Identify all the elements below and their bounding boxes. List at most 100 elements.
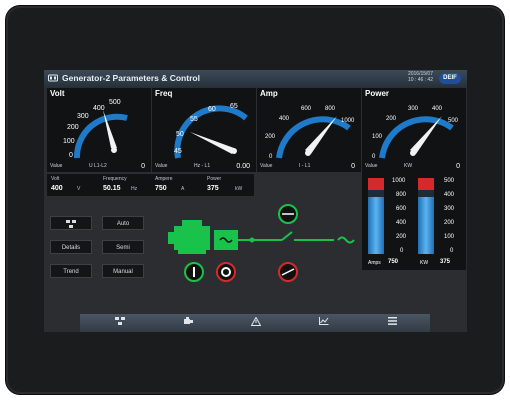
unit-label: I - L1 [299, 163, 311, 169]
engine-icon [168, 220, 210, 254]
start-button[interactable] [184, 262, 204, 282]
unit-label: KW [404, 163, 413, 169]
kw-label: KW [420, 260, 429, 266]
nav-menu[interactable] [360, 317, 424, 329]
tick-label: 100 [372, 134, 383, 140]
breaker-close-button[interactable] [278, 204, 298, 224]
tick-label: 400 [279, 116, 290, 122]
tick-label: 45 [174, 148, 182, 155]
window-title: Generator-2 Parameters & Control [62, 73, 200, 83]
unit-label: Hz - L1 [194, 163, 211, 169]
tick-label: 500 [109, 99, 121, 106]
tick-label: 200 [67, 124, 79, 131]
bottom-navbar [80, 314, 430, 332]
tick-label: 0 [69, 152, 73, 159]
breaker-open-button[interactable] [278, 262, 298, 282]
tick-label: 60 [208, 106, 216, 113]
tick-label: 0 [400, 248, 404, 254]
ampere-value: 750 [155, 185, 167, 192]
nav-generator[interactable] [156, 317, 220, 329]
volt-gauge: Volt 0 100 200 300 400 500 Value U L1-L2… [47, 88, 151, 172]
tick-label: 200 [444, 220, 455, 226]
diagram-button[interactable] [50, 216, 92, 230]
value-label: Value [155, 163, 168, 169]
title-bar: Generator-2 Parameters & Control 2016/15… [44, 70, 467, 87]
trend-button[interactable]: Trend [50, 264, 92, 278]
time-text: 10 : 46 : 42 [407, 77, 433, 83]
tick-label: 600 [301, 106, 312, 112]
tick-label: 400 [396, 220, 407, 226]
tick-label: 500 [448, 118, 459, 124]
tick-label: 400 [444, 192, 455, 198]
tick-label: 300 [77, 113, 89, 120]
tick-label: 1000 [392, 178, 406, 184]
single-line-diagram [168, 204, 355, 282]
amps-bar-fill [368, 197, 384, 254]
power-unit: kW [235, 186, 243, 192]
generator-icon [184, 317, 193, 324]
volt-value: 400 [51, 185, 63, 192]
power-value: 375 [207, 185, 219, 192]
power-label: Power [207, 176, 222, 182]
unit-label: U L1-L2 [89, 163, 107, 169]
tick-label: 55 [190, 116, 198, 123]
tick-label: 50 [176, 131, 184, 138]
manual-button[interactable]: Manual [102, 264, 144, 278]
tick-label: 0 [372, 154, 376, 160]
diagram-icon [66, 220, 76, 228]
kw-bar-limit [418, 178, 434, 190]
stop-button[interactable] [216, 262, 236, 282]
ampere-label: Ampere [155, 176, 173, 182]
breaker-symbol [281, 231, 293, 241]
ac-icon [337, 236, 355, 244]
volt-unit: V [77, 186, 81, 192]
amps-bar-limit [368, 178, 384, 190]
details-button[interactable]: Details [50, 240, 92, 254]
tick-label: 65 [230, 103, 238, 110]
semi-button[interactable]: Semi [102, 240, 144, 254]
tick-label: 800 [325, 106, 336, 112]
value-label: Value [365, 163, 378, 169]
tick-label: 300 [408, 106, 419, 112]
tick-label: 0 [450, 248, 454, 254]
kw-bar [418, 178, 434, 254]
bar-indicators: 1000 800 600 400 200 0 Amps 750 500 400 … [362, 172, 466, 270]
amp-gauge: Amp 0 200 400 600 800 1000 Value I - L1 … [257, 88, 361, 172]
tick-label: 800 [396, 192, 407, 198]
amps-label: Amps [368, 260, 381, 266]
datetime: 2016/15/07 10 : 46 : 42 [408, 71, 433, 83]
warning-icon [250, 316, 262, 326]
frequency-label: Frequency [103, 176, 127, 182]
dashboard-icon[interactable] [48, 73, 58, 83]
value-label: Value [50, 163, 63, 169]
amps-bar [368, 178, 384, 254]
kw-value: 375 [440, 259, 451, 265]
power-gauge: Power 0 100 200 300 400 500 Value KW 0 [362, 88, 466, 172]
value-text: 0.00 [236, 163, 250, 170]
nav-diagram[interactable] [88, 317, 152, 329]
ampere-unit: A [181, 186, 185, 192]
value-text: 0 [456, 163, 460, 170]
gauge-needle [190, 132, 234, 154]
tick-label: 100 [444, 234, 455, 240]
diagram-icon [115, 317, 125, 325]
value-text: 0 [141, 163, 145, 170]
tick-label: 500 [444, 178, 455, 184]
hmi-screen: Generator-2 Parameters & Control 2016/15… [44, 70, 467, 332]
volt-label: Volt [51, 176, 60, 182]
generator-icon [214, 230, 238, 250]
freq-gauge: Freq 45 50 55 60 65 Value Hz - L1 0.00 [152, 88, 256, 172]
value-text: 0 [351, 163, 355, 170]
tick-label: 600 [396, 206, 407, 212]
nav-alarms[interactable] [224, 316, 288, 329]
auto-button[interactable]: Auto [102, 216, 144, 230]
readings-panel: Volt 400 V Frequency 50.15 Hz Ampere 750… [47, 174, 254, 196]
trend-icon [319, 317, 329, 325]
tick-label: 100 [63, 138, 75, 145]
nav-trend[interactable] [292, 317, 356, 329]
amps-value: 750 [388, 259, 399, 265]
value-label: Value [260, 163, 273, 169]
brand-logo: DEIF [439, 73, 461, 84]
tick-label: 200 [265, 134, 276, 140]
tick-label: 400 [432, 106, 443, 112]
